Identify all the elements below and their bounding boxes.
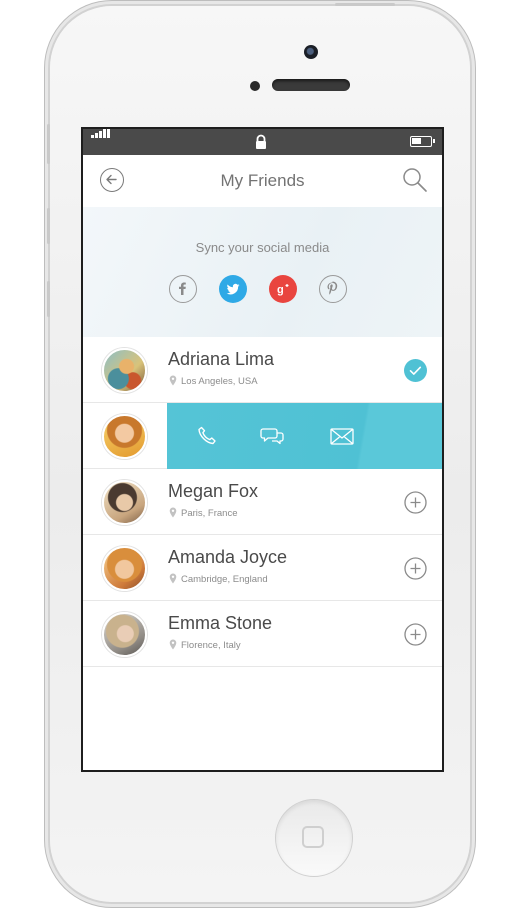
earpiece-speaker — [272, 79, 350, 91]
avatar — [102, 546, 147, 591]
swipe-action-panel — [167, 403, 442, 469]
location-pin-icon — [169, 639, 177, 650]
phone-icon[interactable] — [195, 424, 219, 448]
svg-text:g: g — [277, 284, 284, 296]
add-icon[interactable] — [404, 623, 427, 646]
proximity-sensor — [250, 81, 260, 91]
power-button — [335, 3, 395, 6]
friend-row[interactable]: Emma Stone Florence, Italy — [83, 601, 442, 667]
volume-down-button — [47, 281, 50, 317]
friend-name: Emma Stone — [168, 613, 273, 633]
check-icon[interactable] — [404, 359, 427, 382]
status-bar — [83, 129, 442, 155]
sync-label: Sync your social media — [195, 240, 330, 255]
avatar — [102, 414, 147, 459]
friend-row-swiped[interactable] — [83, 403, 442, 469]
google-plus-button[interactable]: g — [269, 275, 297, 303]
friend-row[interactable]: Adriana Lima Los Angeles, USA — [83, 337, 442, 403]
page-title: My Friends — [220, 171, 305, 190]
app-screen: My Friends Sync your social media g Adri… — [81, 127, 444, 772]
friend-location: Paris, France — [181, 508, 238, 519]
friend-location: Florence, Italy — [181, 640, 241, 651]
add-icon[interactable] — [404, 557, 427, 580]
friend-location: Cambridge, England — [181, 574, 268, 585]
battery-icon — [410, 136, 435, 147]
friend-name: Megan Fox — [168, 481, 259, 501]
avatar — [102, 612, 147, 657]
friend-row[interactable]: Megan Fox Paris, France — [83, 469, 442, 535]
avatar — [102, 348, 147, 393]
pinterest-button[interactable] — [319, 275, 347, 303]
twitter-icon — [226, 283, 240, 295]
mute-switch — [47, 124, 50, 164]
lock-icon — [256, 134, 266, 149]
add-icon[interactable] — [404, 491, 427, 514]
nav-bar: My Friends — [83, 155, 442, 207]
friend-row[interactable]: Amanda Joyce Cambridge, England — [83, 535, 442, 601]
location-pin-icon — [169, 507, 177, 518]
home-button[interactable] — [275, 799, 353, 877]
facebook-button[interactable] — [169, 275, 197, 303]
chat-icon[interactable] — [259, 424, 285, 448]
facebook-icon — [179, 282, 186, 295]
volume-up-button — [47, 208, 50, 244]
twitter-button[interactable] — [219, 275, 247, 303]
social-sync-panel: Sync your social media g — [83, 207, 442, 337]
mail-icon[interactable] — [329, 424, 355, 448]
home-square-icon — [302, 826, 324, 848]
avatar — [102, 480, 147, 525]
location-pin-icon — [169, 375, 177, 386]
google-plus-icon: g — [277, 284, 289, 296]
friend-name: Amanda Joyce — [168, 547, 288, 567]
location-pin-icon — [169, 573, 177, 584]
search-icon[interactable] — [402, 167, 428, 193]
front-camera — [304, 45, 318, 59]
pinterest-icon — [327, 281, 338, 295]
friend-name: Adriana Lima — [168, 349, 275, 369]
friend-location: Los Angeles, USA — [181, 376, 258, 387]
